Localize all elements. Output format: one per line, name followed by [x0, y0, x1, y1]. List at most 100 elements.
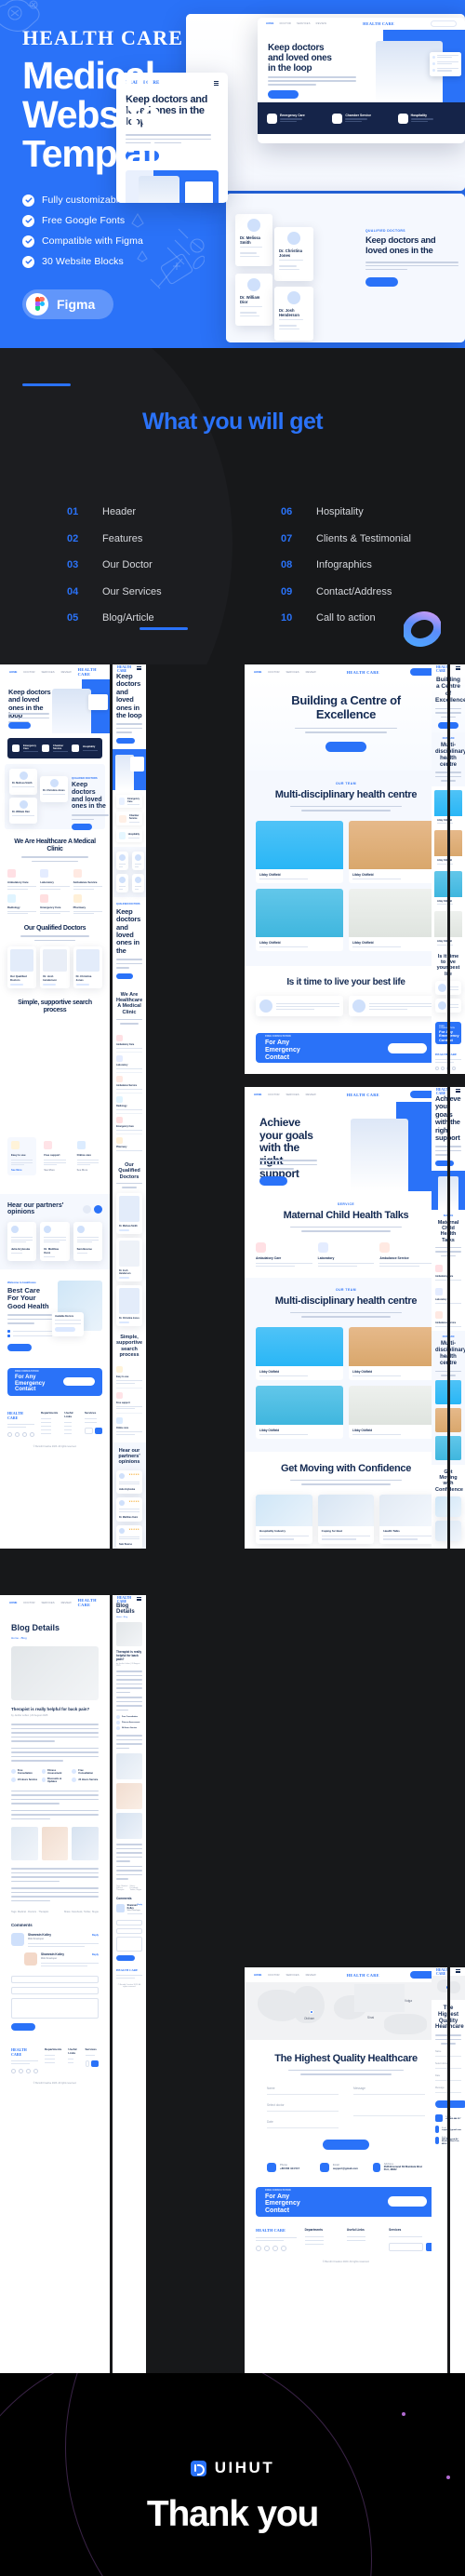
name-input[interactable]: [116, 1919, 142, 1925]
hamburger-menu-icon[interactable]: [137, 665, 141, 672]
search-card[interactable]: Free support See More: [40, 1137, 69, 1175]
desktop-shot-excellence[interactable]: HOME DOCTOR SERVICES REVIEW HEALTH CARE …: [245, 664, 447, 1074]
search-card[interactable]: Online care: [116, 1414, 142, 1439]
emergency-cta[interactable]: FREE CONSULTATION For Any Emergency Conta…: [256, 1033, 436, 1064]
nav-link-review[interactable]: REVIEW: [306, 670, 316, 674]
nav-link-doctor[interactable]: DOCTOR: [268, 1973, 279, 1977]
get-in-touch-button[interactable]: [259, 1176, 287, 1186]
team-card[interactable]: Libby Oldfield: [256, 820, 343, 883]
article-card[interactable]: Health Talks: [379, 1494, 436, 1544]
map-marker-icon[interactable]: [310, 2010, 313, 2014]
doctor-card[interactable]: [132, 873, 144, 892]
get-in-touch-button[interactable]: [116, 737, 135, 744]
nav-link-review[interactable]: REVIEW: [306, 1973, 316, 1977]
doctor-card[interactable]: Dr. Melissa Smith: [116, 1192, 142, 1234]
doctor-card[interactable]: Dr. Josh Henderson: [116, 1237, 142, 1281]
article-card[interactable]: Coping for Best: [317, 1494, 375, 1544]
linkedin-icon[interactable]: [281, 2246, 286, 2252]
team-card[interactable]: Libby Oldfield: [349, 1385, 436, 1440]
blog-tags[interactable]: Tags: Medical · Doctors · Therapist: [116, 1885, 130, 1891]
facebook-icon[interactable]: [256, 2246, 261, 2252]
facebook-icon[interactable]: [435, 1067, 439, 1070]
nav-link-doctor[interactable]: DOCTOR: [268, 1093, 279, 1096]
search-card[interactable]: Online care See More: [73, 1137, 102, 1175]
hamburger-menu-icon[interactable]: [456, 665, 460, 672]
team-card[interactable]: Libby Oldfield: [349, 888, 436, 951]
shot-navbar[interactable]: HOME DOCTOR SERVICES REVIEW HEALTH CARE: [245, 664, 447, 679]
emergency-cta[interactable]: FREE CONSULTATION For Any Emergency Conta…: [256, 2186, 436, 2217]
shot-navbar[interactable]: HOME DOCTOR SERVICES REVIEW HEALTH CARE: [0, 664, 110, 679]
nav-link-review[interactable]: REVIEW: [61, 1601, 72, 1604]
doctor-card[interactable]: Dr. Josh Henderson: [40, 946, 70, 989]
shot-navbar[interactable]: HOME DOCTOR SERVICES REVIEW HEALTH CARE: [245, 1967, 447, 1982]
nav-link-services[interactable]: SERVICES: [286, 670, 299, 674]
team-card[interactable]: Libby Oldfield: [349, 820, 436, 883]
submit-button[interactable]: [116, 1954, 135, 1961]
email-input[interactable]: [11, 1987, 99, 1994]
hamburger-menu-icon[interactable]: [137, 1596, 141, 1603]
see-more-link[interactable]: See More: [77, 1169, 99, 1172]
instagram-icon[interactable]: [26, 2069, 31, 2073]
search-card[interactable]: Easy to use See More: [7, 1137, 37, 1175]
twitter-icon[interactable]: [264, 2246, 270, 2252]
get-in-touch-button[interactable]: [435, 1160, 454, 1166]
emergency-cta[interactable]: FREE CONSULTATION For Any Emergency Conta…: [7, 1367, 102, 1396]
submit-button[interactable]: [11, 2023, 35, 2031]
desktop-shot-contact[interactable]: HOME DOCTOR SERVICES REVIEW HEALTH CARE …: [245, 1967, 447, 2373]
message-input[interactable]: [116, 1936, 142, 1952]
instagram-icon[interactable]: [272, 2246, 278, 2252]
nav-link-home[interactable]: HOME: [9, 670, 17, 674]
twitter-icon[interactable]: [15, 1431, 20, 1437]
date-field[interactable]: Date: [267, 2120, 339, 2128]
doctor-card[interactable]: [116, 851, 128, 870]
newsletter-input[interactable]: [84, 1427, 93, 1434]
doctor-card[interactable]: Dr. Christina Jones: [73, 946, 102, 989]
newsletter-input[interactable]: [85, 2060, 89, 2067]
get-in-touch-button[interactable]: [326, 741, 366, 752]
mobile-navbar[interactable]: HEALTH CARE: [113, 1595, 146, 1603]
linkedin-icon[interactable]: [33, 2069, 38, 2073]
map-view[interactable]: Oldham Sinai Volga: [245, 1982, 447, 2040]
desktop-shot-blog[interactable]: HOME DOCTOR SERVICES REVIEW HEALTH CARE …: [0, 1595, 110, 2373]
instagram-icon[interactable]: [22, 1431, 27, 1437]
book-appointment-button[interactable]: [63, 1377, 95, 1387]
nav-link-services[interactable]: SERVICES: [41, 670, 54, 674]
contact-us-button[interactable]: [365, 277, 398, 288]
reply-button[interactable]: Reply: [92, 1934, 99, 1937]
blog-tags[interactable]: Tags: Medical · Doctors · Therapist: [11, 1911, 48, 1913]
browser-mockup-doctors[interactable]: Dr. Melissa Smith Dr. Christina Jones Dr…: [226, 194, 465, 342]
breadcrumb[interactable]: Home - Blog: [11, 1636, 99, 1640]
hamburger-menu-icon[interactable]: [456, 1088, 460, 1094]
message-field[interactable]: Message: [353, 2086, 425, 2095]
shot-navbar[interactable]: HOME DOCTOR SERVICES REVIEW HEALTH CARE: [0, 1595, 110, 1610]
nav-link-home[interactable]: HOME: [254, 1093, 261, 1096]
article-card[interactable]: Hospitality Industry: [256, 1494, 312, 1544]
twitter-icon[interactable]: [441, 1067, 445, 1070]
book-appointment-button[interactable]: [435, 2100, 465, 2108]
facebook-icon[interactable]: [7, 1431, 12, 1437]
team-card[interactable]: Libby Oldfield: [349, 1326, 436, 1380]
linkedin-icon[interactable]: [30, 1431, 34, 1437]
name-input[interactable]: [11, 1976, 99, 1983]
get-in-touch-button[interactable]: [8, 722, 31, 729]
nav-link-doctor[interactable]: DOCTOR: [268, 670, 279, 674]
newsletter-submit-icon[interactable]: [95, 1427, 102, 1434]
linkedin-icon[interactable]: [452, 1067, 456, 1070]
doctor-card[interactable]: Dr. Christina Jones: [116, 1284, 142, 1326]
breadcrumb[interactable]: Home - Blog: [116, 1617, 142, 1618]
see-more-link[interactable]: See More: [44, 1169, 65, 1172]
nav-link-review[interactable]: REVIEW: [316, 22, 326, 25]
mobile-shot-blog[interactable]: HEALTH CARE Blog Details Home - Blog The…: [113, 1595, 146, 2373]
book-appointment-button[interactable]: [323, 2139, 369, 2150]
blog-share[interactable]: Share: Facebook, Twitter, Skype: [130, 1885, 142, 1891]
nav-link-home[interactable]: HOME: [254, 670, 261, 674]
contact-us-button[interactable]: [116, 973, 133, 979]
contact-us-button[interactable]: [72, 824, 92, 831]
search-card[interactable]: Free support: [116, 1389, 142, 1415]
doctor-card[interactable]: [116, 873, 128, 892]
doctor-card[interactable]: [132, 851, 144, 870]
prev-arrow-icon[interactable]: [83, 1204, 91, 1214]
email-input[interactable]: [116, 1927, 142, 1934]
team-card[interactable]: Libby Oldfield: [256, 1385, 343, 1440]
nav-link-services[interactable]: SERVICES: [286, 1973, 299, 1977]
